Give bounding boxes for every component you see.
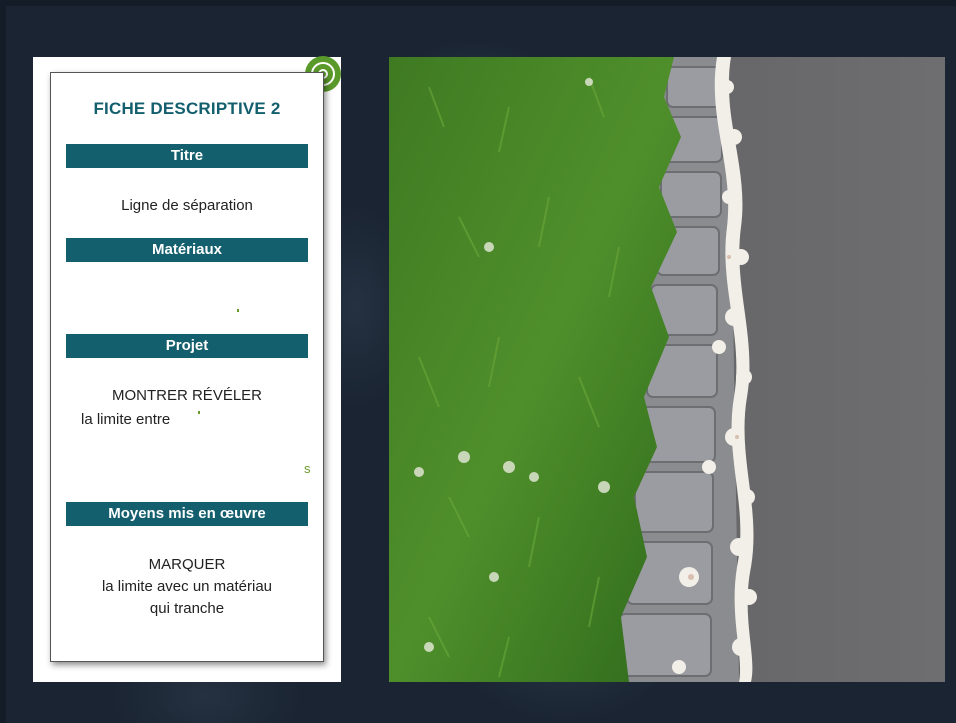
section-heading-moyens: Moyens mis en œuvre: [66, 502, 308, 526]
section-text-projet-2: la limite entre: [81, 411, 171, 428]
card-title: FICHE DESCRIPTIVE 2: [93, 99, 281, 118]
stray-character: s: [304, 461, 311, 476]
section-text-projet-1: MONTRER RÉVÉLER: [111, 387, 263, 404]
section-text-moyens-3: qui tranche: [149, 600, 225, 617]
green-speck: [198, 411, 200, 414]
section-heading-materiaux: Matériaux: [66, 238, 308, 262]
section-heading-titre: Titre: [66, 144, 308, 168]
section-text-moyens-2: la limite avec un matériau: [101, 578, 273, 595]
section-heading-projet: Projet: [66, 334, 308, 358]
section-text-moyens-1: MARQUER: [148, 556, 226, 573]
descriptive-card: FICHE DESCRIPTIVE 2 Titre Ligne de sépar…: [50, 72, 324, 662]
photo-grass-curb-pavement: [389, 57, 945, 682]
green-speck: [237, 309, 239, 312]
section-text-titre: Ligne de séparation: [121, 197, 253, 214]
